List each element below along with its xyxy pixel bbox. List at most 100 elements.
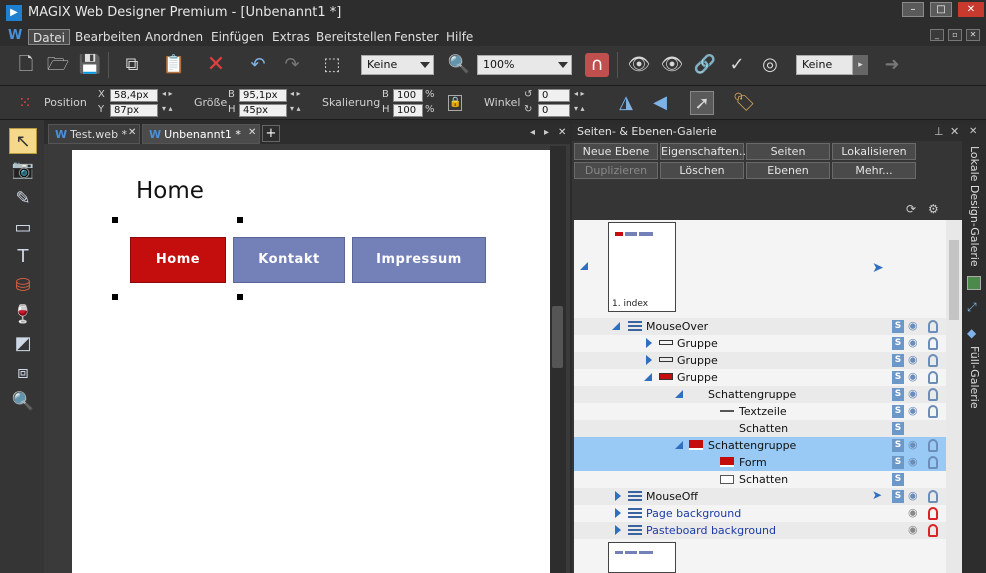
scale-height-input[interactable]: 100: [393, 104, 423, 117]
s-badge-icon[interactable]: S: [892, 422, 904, 435]
fill-tool-icon[interactable]: ⛁: [9, 273, 37, 299]
lock-ratio-icon[interactable]: 🔒: [448, 95, 462, 111]
s-badge-icon[interactable]: S: [892, 371, 904, 384]
tree-scrollbar[interactable]: [946, 220, 962, 573]
expand-icon[interactable]: [646, 355, 652, 365]
lock-icon[interactable]: [928, 439, 938, 452]
tree-row-schatten-1[interactable]: Schatten S: [574, 420, 946, 437]
tab-unbenannt1[interactable]: W Unbenannt1 *: [142, 124, 260, 144]
visibility-eye-icon[interactable]: ◉: [908, 507, 922, 519]
tree-row-textzeile[interactable]: Textzeile S ◉: [574, 403, 946, 420]
nav-button-impressum[interactable]: Impressum: [352, 237, 486, 283]
camera-tool-icon[interactable]: 📷: [9, 157, 37, 183]
visibility-eye-icon[interactable]: ◉: [908, 456, 922, 468]
preview-page-icon[interactable]: 👁: [660, 53, 684, 77]
expand-open-icon[interactable]: [612, 322, 620, 330]
menu-bereitstellen[interactable]: Bereitstellen: [312, 29, 396, 45]
height-stepper[interactable]: ▾ ▴: [290, 104, 301, 113]
save-icon[interactable]: 💾: [78, 53, 102, 77]
tab-fill-gallery[interactable]: Füll-Galerie: [968, 346, 981, 409]
zoom-combo[interactable]: 100%: [477, 55, 572, 75]
magnet-icon[interactable]: ∩: [585, 53, 609, 77]
transform-icon[interactable]: ⤢: [967, 300, 977, 315]
angle-input-2[interactable]: 0: [538, 104, 570, 117]
minimize-button[interactable]: –: [902, 2, 924, 17]
lock-icon[interactable]: [928, 456, 938, 469]
rectangle-tool-icon[interactable]: ▭: [9, 215, 37, 241]
mdi-close-button[interactable]: ✕: [966, 29, 980, 41]
lock-icon[interactable]: [928, 490, 938, 503]
visibility-eye-icon[interactable]: ◉: [908, 337, 922, 349]
design-page[interactable]: Home Home Kontakt Impressum: [72, 150, 550, 573]
visibility-eye-icon[interactable]: ◉: [908, 354, 922, 366]
mdi-minimize-button[interactable]: _: [930, 29, 944, 41]
y-stepper[interactable]: ▾ ▴: [162, 104, 173, 113]
outline-combo[interactable]: Keine: [796, 55, 853, 75]
scale-width-input[interactable]: 100: [393, 89, 423, 102]
tree-row-mouseover[interactable]: MouseOver S ◉: [574, 318, 946, 335]
angle-input-1[interactable]: 0: [538, 89, 570, 102]
close-tab-icon[interactable]: ✕: [248, 127, 256, 138]
page-thumbnail-2[interactable]: [608, 542, 676, 573]
visibility-eye-icon[interactable]: ◉: [908, 405, 922, 417]
open-folder-icon[interactable]: 🗁: [46, 53, 70, 77]
web-check-icon[interactable]: ✓: [725, 53, 749, 77]
expand-open-icon[interactable]: [675, 390, 683, 398]
new-layer-button[interactable]: Neue Ebene: [574, 143, 658, 160]
page-thumbnail[interactable]: 1. index: [608, 222, 676, 312]
tree-row-gruppe-2[interactable]: Gruppe S ◉: [574, 352, 946, 369]
broadcast-icon[interactable]: ◎: [758, 53, 782, 77]
angle-stepper-2[interactable]: ▾ ▴: [574, 104, 585, 113]
flip-horizontal-icon[interactable]: ◮: [614, 91, 638, 115]
collapse-icon[interactable]: [580, 262, 588, 270]
s-badge-icon[interactable]: S: [892, 490, 904, 503]
menu-bearbeiten[interactable]: Bearbeiten: [71, 29, 145, 45]
tab-local-design-gallery[interactable]: Lokale Design-Galerie: [968, 146, 981, 267]
menu-extras[interactable]: Extras: [268, 29, 314, 45]
tree-row-schatten-2[interactable]: Schatten S: [574, 471, 946, 488]
copy-icon[interactable]: ⧉: [120, 53, 144, 77]
tree-row-schattengruppe-2[interactable]: Schattengruppe S ◉: [574, 437, 946, 454]
selection-handle[interactable]: [237, 294, 243, 300]
chevron-right-icon[interactable]: ▸: [853, 55, 868, 75]
visibility-eye-icon[interactable]: ◉: [908, 320, 922, 332]
transparency-tool-icon[interactable]: 🍷: [9, 302, 37, 328]
distort-tool-icon[interactable]: ➚: [690, 91, 714, 115]
settings-icon[interactable]: ⚙: [928, 202, 939, 216]
tree-row-page-background[interactable]: Page background ◉: [574, 505, 946, 522]
crop-tool-icon[interactable]: ⧈: [9, 360, 37, 386]
pin-icon[interactable]: ⊥: [934, 125, 944, 138]
tab-test-web[interactable]: W Test.web *: [48, 124, 140, 144]
expand-icon[interactable]: [615, 525, 621, 535]
pages-button[interactable]: Seiten: [746, 143, 830, 160]
mdi-restore-button[interactable]: ▫: [948, 29, 962, 41]
delete-icon[interactable]: ✕: [204, 53, 228, 77]
duplicate-button[interactable]: Duplizieren: [574, 162, 658, 179]
tree-row-gruppe-3[interactable]: Gruppe S ◉: [574, 369, 946, 386]
image-gallery-icon[interactable]: [967, 276, 981, 290]
add-tab-button[interactable]: +: [262, 125, 280, 142]
scrollbar-thumb[interactable]: [949, 240, 959, 320]
lock-icon[interactable]: [928, 405, 938, 418]
flip-vertical-icon[interactable]: ◀: [648, 91, 672, 115]
lock-closed-icon[interactable]: [928, 524, 938, 537]
expand-icon[interactable]: [646, 338, 652, 348]
visibility-eye-icon[interactable]: ◉: [908, 439, 922, 451]
maximize-button[interactable]: □: [930, 2, 952, 17]
fill-icon[interactable]: ◆: [967, 326, 976, 340]
lock-icon[interactable]: [928, 354, 938, 367]
more-button[interactable]: Mehr...: [832, 162, 916, 179]
canvas-vertical-scrollbar[interactable]: [550, 146, 566, 573]
selection-handle[interactable]: [237, 217, 243, 223]
tab-scroll-left-icon[interactable]: ◂: [530, 127, 535, 138]
menu-datei[interactable]: Datei: [28, 29, 71, 45]
zoom-tool-icon[interactable]: 🔍: [9, 389, 37, 415]
close-document-icon[interactable]: ✕: [558, 127, 566, 138]
menu-fenster[interactable]: Fenster: [390, 29, 443, 45]
expand-icon[interactable]: [615, 491, 621, 501]
height-input[interactable]: 45px: [239, 104, 287, 117]
lock-icon[interactable]: [928, 371, 938, 384]
selection-handle[interactable]: [112, 294, 118, 300]
width-stepper[interactable]: ◂ ▸: [290, 89, 301, 98]
tree-row-pasteboard-background[interactable]: Pasteboard background ◉: [574, 522, 946, 539]
